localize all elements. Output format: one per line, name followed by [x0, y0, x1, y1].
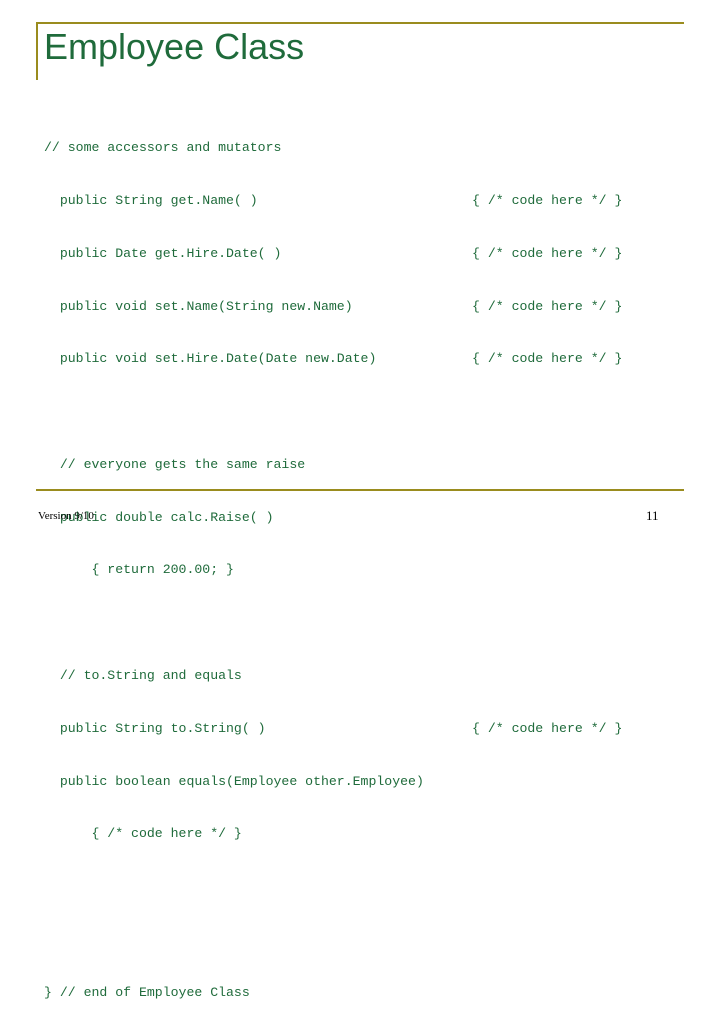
code-line-text: public String get.Name( ) [44, 192, 258, 208]
code-line-tail: { /* code here */ } [472, 192, 623, 208]
code-line: public String get.Name( ) { /* code here … [44, 192, 684, 210]
code-line: { return 200.00; } [44, 561, 684, 579]
code-line-text: public void set.Hire.Date(Date new.Date) [44, 351, 377, 367]
code-line: public void set.Name(String new.Name) { /… [44, 298, 684, 316]
code-line: } // end of Employee Class [44, 984, 684, 1002]
code-line-tail: { /* code here */ } [472, 351, 623, 367]
code-line: // to.String and equals [44, 667, 684, 685]
code-line: public double calc.Raise( ) [44, 509, 684, 527]
footer-version: Version 9/10 [38, 510, 94, 522]
code-line: public String to.String( ) { /* code here… [44, 720, 684, 738]
page-title: Employee Class [44, 26, 305, 67]
code-line: // everyone gets the same raise [44, 456, 684, 474]
code-line: public void set.Hire.Date(Date new.Date)… [44, 350, 684, 368]
footer-page-number: 11 [646, 508, 659, 523]
code-line-tail: { /* code here */ } [472, 298, 623, 314]
code-line: // some accessors and mutators [44, 139, 684, 157]
code-line-text: // some accessors and mutators [44, 140, 282, 156]
code-line-text: public String to.String( ) [44, 720, 266, 736]
code-line-text: { /* code here */ } [44, 826, 242, 842]
code-line-text: public boolean equals(Employee other.Emp… [44, 773, 424, 789]
code-line: public Date get.Hire.Date( ) { /* code he… [44, 245, 684, 263]
code-line: { /* code here */ } [44, 825, 684, 843]
bottom-divider [36, 489, 684, 491]
code-line-text: public void set.Name(String new.Name) [44, 298, 353, 314]
code-line-tail: { /* code here */ } [472, 720, 623, 736]
code-line-text: // to.String and equals [44, 668, 242, 683]
code-line-text: } // end of Employee Class [44, 984, 250, 1000]
code-block: // some accessors and mutators public St… [44, 104, 684, 1036]
code-line-tail: { /* code here */ } [472, 245, 623, 261]
code-line-text: // everyone gets the same raise [44, 456, 306, 472]
code-line-text: { return 200.00; } [44, 562, 234, 578]
code-line: public boolean equals(Employee other.Emp… [44, 773, 684, 791]
slide: Employee Class // some accessors and mut… [0, 0, 720, 1000]
top-divider [36, 22, 684, 24]
code-line-text: public Date get.Hire.Date( ) [44, 245, 282, 261]
title-accent-bar [36, 22, 38, 80]
